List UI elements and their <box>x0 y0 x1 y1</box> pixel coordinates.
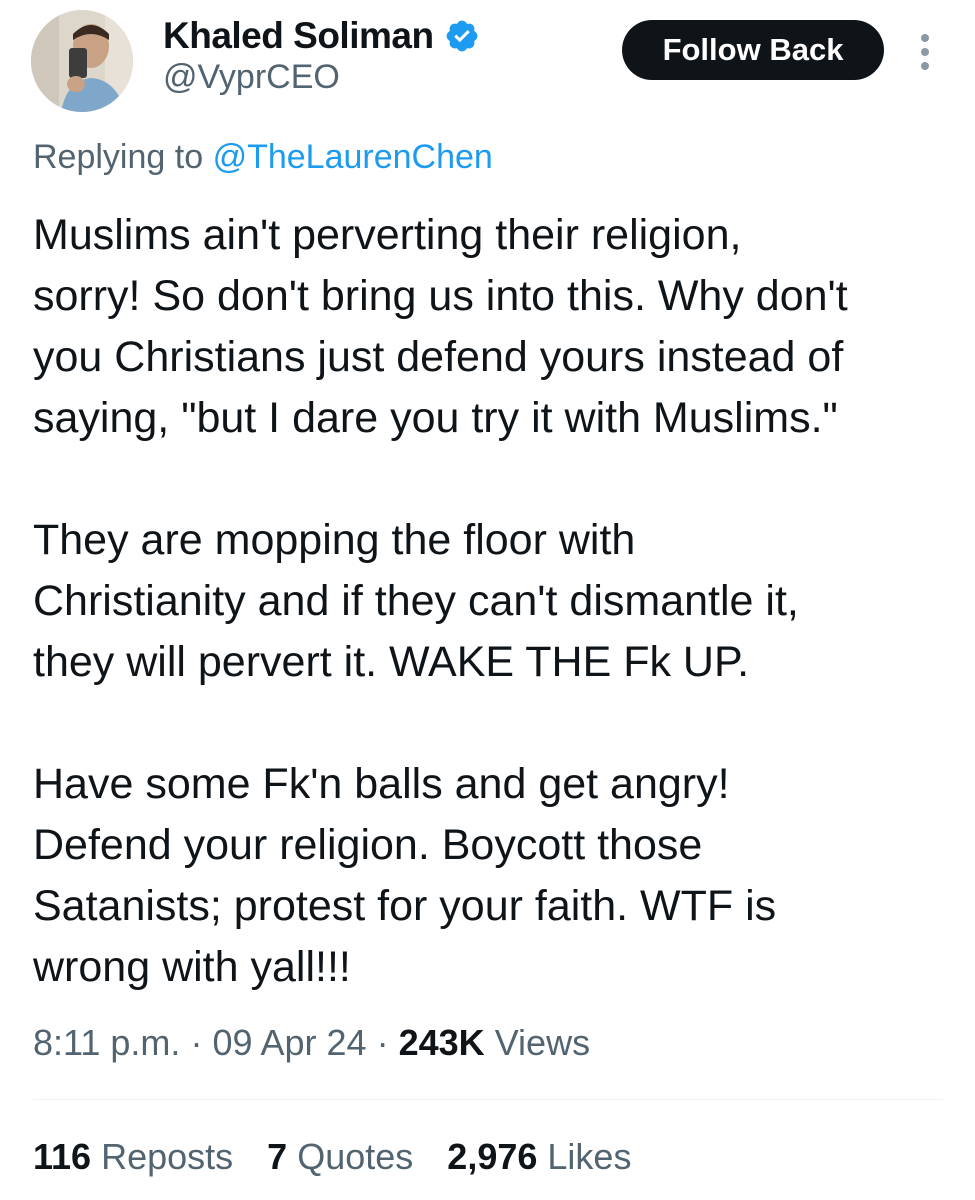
reposts-label: Reposts <box>101 1136 234 1177</box>
tweet-paragraph: Muslims ain't perverting their religion,… <box>33 205 963 449</box>
tweet-paragraph: Have some Fk'n balls and get angry! Defe… <box>33 754 963 998</box>
tweet-line: saying, "but I dare you try it with Musl… <box>33 394 838 442</box>
tweet-line: you Christians just defend yours instead… <box>33 333 844 381</box>
tweet-time[interactable]: 8:11 p.m. <box>33 1022 180 1063</box>
quotes-label: Quotes <box>297 1136 414 1177</box>
quotes-count: 7 <box>267 1136 288 1177</box>
tweet-line: Defend your religion. Boycott those <box>33 821 703 869</box>
more-options-icon[interactable] <box>908 24 942 80</box>
tweet-line: Christianity and if they can't dismantle… <box>33 577 799 625</box>
tweet-line: Satanists; protest for your faith. WTF i… <box>33 882 777 930</box>
tweet-detail: Khaled Soliman @VyprCEO Follow Back Repl… <box>0 0 975 1200</box>
replying-to-prefix: Replying to <box>33 138 204 176</box>
replying-to: Replying to @TheLaurenChen <box>33 138 493 177</box>
likes-label: Likes <box>547 1136 632 1177</box>
likes-stat[interactable]: 2,976 Likes <box>447 1136 631 1178</box>
tweet-line: they will pervert it. WAKE THE Fk UP. <box>33 638 750 686</box>
tweet-text: Muslims ain't perverting their religion,… <box>33 205 963 998</box>
tweet-line: Muslims ain't perverting their religion, <box>33 211 742 259</box>
tweet-paragraph: They are mopping the floor with Christia… <box>33 510 963 693</box>
views-label: Views <box>494 1022 591 1063</box>
tweet-meta: 8:11 p.m. · 09 Apr 24 · 243K Views <box>33 1022 590 1064</box>
quotes-stat[interactable]: 7 Quotes <box>267 1136 413 1178</box>
follow-back-button[interactable]: Follow Back <box>622 20 884 80</box>
tweet-line: wrong with yall!!! <box>33 943 351 991</box>
views-count[interactable]: 243K <box>399 1022 485 1063</box>
author-handle[interactable]: @VyprCEO <box>163 58 340 97</box>
tweet-line: They are mopping the floor with <box>33 516 636 564</box>
divider <box>33 1099 943 1100</box>
meta-separator: · <box>376 1022 389 1063</box>
meta-separator: · <box>190 1022 203 1063</box>
verified-badge-icon[interactable] <box>444 18 480 54</box>
author-name-row: Khaled Soliman <box>163 10 480 62</box>
tweet-line: sorry! So don't bring us into this. Why … <box>33 272 848 320</box>
tweet-line: Have some Fk'n balls and get angry! <box>33 760 730 808</box>
engagement-stats: 116 Reposts 7 Quotes 2,976 Likes <box>33 1136 631 1178</box>
reposts-stat[interactable]: 116 Reposts <box>33 1136 233 1178</box>
profile-photo <box>31 10 133 112</box>
author-display-name[interactable]: Khaled Soliman <box>163 15 434 57</box>
replying-to-mention[interactable]: @TheLaurenChen <box>213 138 493 176</box>
likes-count: 2,976 <box>447 1136 538 1177</box>
avatar[interactable] <box>31 10 133 112</box>
tweet-date[interactable]: 09 Apr 24 <box>212 1022 366 1063</box>
reposts-count: 116 <box>33 1136 92 1177</box>
